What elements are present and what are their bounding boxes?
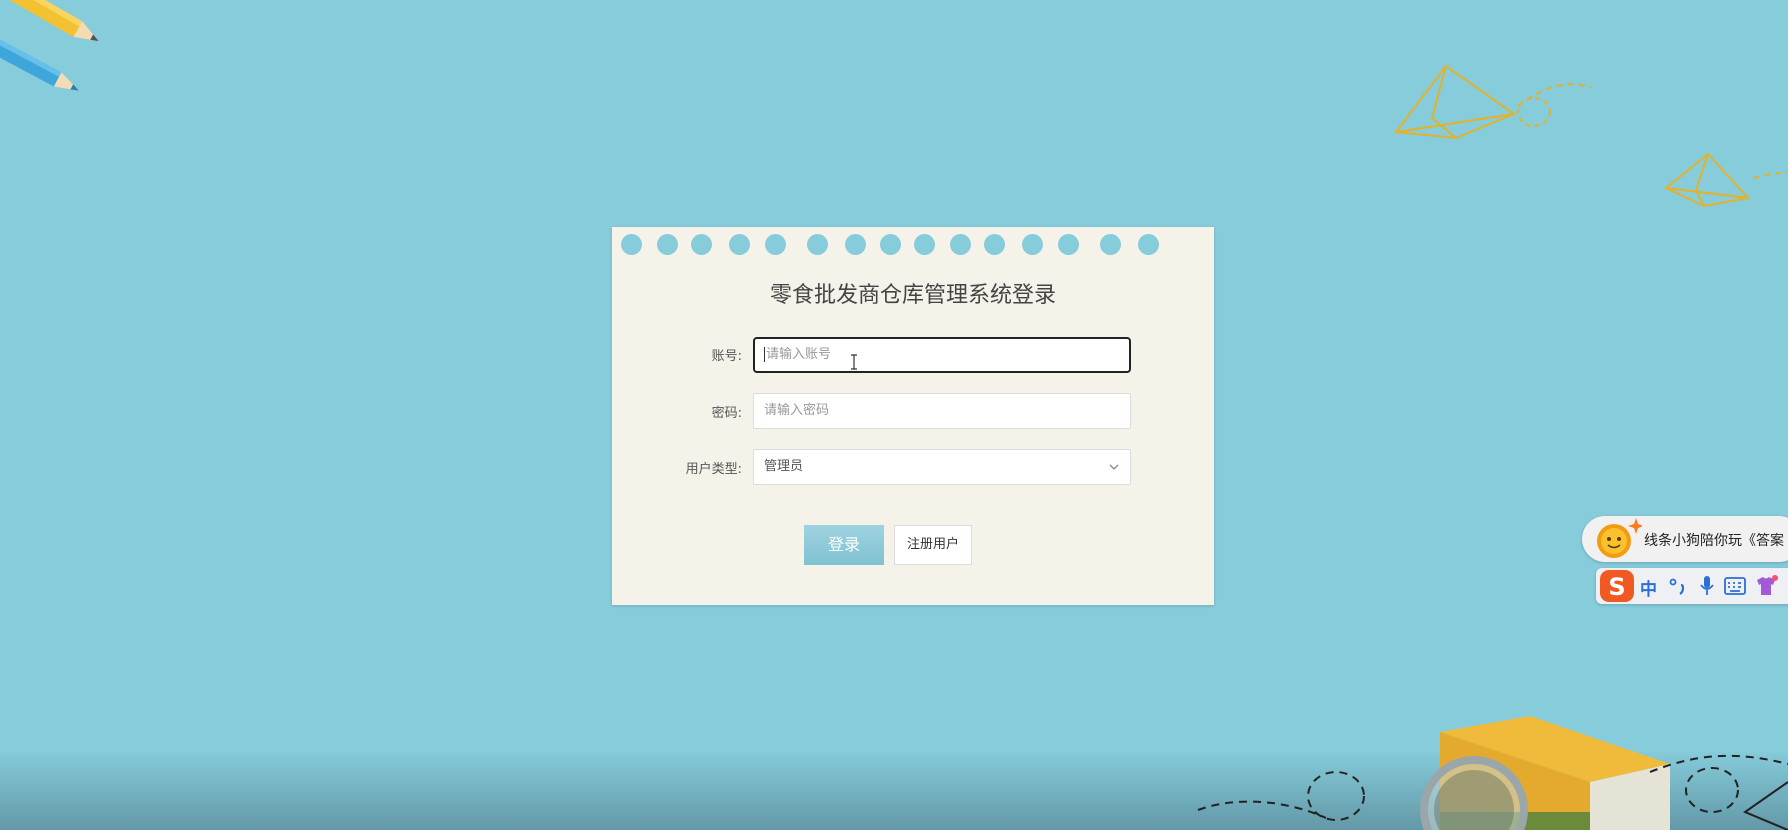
login-card: 零食批发商仓库管理系统登录 账号: 请输入账号 密码: 请输入密码 用户类型: … [612,227,1214,605]
password-input[interactable]: 请输入密码 [753,393,1131,429]
ime-notice-bubble[interactable]: 线条小狗陪你玩《答案 [1582,516,1788,562]
notebook-hole [807,234,828,255]
dashed-path-decoration [1197,771,1365,821]
usertype-label: 用户类型: [685,462,742,477]
register-button[interactable]: 注册用户 [894,525,972,565]
notebook-hole [657,234,678,255]
notebook-hole [691,234,712,255]
usertype-select[interactable]: 管理员 [753,449,1131,485]
svg-text:S: S [1608,573,1625,601]
magnifier-icon [1420,756,1528,830]
notebook-hole [621,234,642,255]
notebook-hole [880,234,901,255]
login-button[interactable]: 登录 [804,525,884,565]
account-label: 账号: [711,349,742,364]
notebook-hole [984,234,1005,255]
paper-plane-icon [1664,152,1788,208]
paper-plane-icon [1393,64,1593,140]
account-placeholder: 请输入账号 [766,347,832,362]
notebook-hole [845,234,866,255]
usertype-value: 管理员 [764,459,804,474]
microphone-icon[interactable] [1698,575,1716,597]
keyboard-icon[interactable] [1724,577,1746,595]
sogou-logo-icon[interactable]: S [1598,568,1636,604]
pencil-icon [0,0,99,91]
notebook-hole [1138,234,1159,255]
skin-icon[interactable] [1754,574,1780,598]
page-title: 零食批发商仓库管理系统登录 [769,283,1056,308]
account-input[interactable]: 请输入账号 [753,337,1131,373]
ibeam-cursor-icon [851,354,857,370]
ime-toolbar[interactable]: S 中 [1596,568,1788,604]
notebook-hole [1022,234,1043,255]
password-placeholder: 请输入密码 [764,403,830,418]
notebook-hole [729,234,750,255]
text-caret [764,347,765,362]
notebook-hole [950,234,971,255]
notebook-hole [914,234,935,255]
notebook-hole [765,234,786,255]
password-label: 密码: [711,406,742,421]
ime-notice-text: 线条小狗陪你玩《答案 [1644,533,1784,549]
sun-mascot-icon [1597,518,1642,558]
notebook-holes [612,227,1214,263]
chevron-down-icon [1109,464,1119,470]
ime-mode-chinese[interactable]: 中 [1640,575,1657,600]
notebook-hole [1058,234,1079,255]
notebook-hole [1100,234,1121,255]
punctuation-icon[interactable] [1668,576,1688,596]
